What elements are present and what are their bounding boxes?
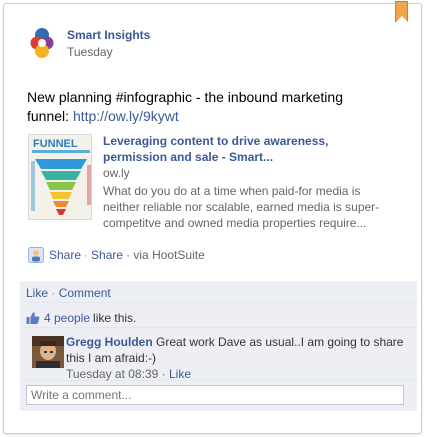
comment-like-button[interactable]: Like <box>169 367 191 381</box>
thumbnail-heading: FUNNEL <box>33 138 78 150</box>
thumbs-up-icon <box>26 311 40 324</box>
comment-meta-separator: · <box>161 367 166 381</box>
comment-input[interactable] <box>26 385 404 405</box>
comment-meta: Tuesday at 08:39 · Like <box>66 366 406 382</box>
comment-body: Gregg Houlden Great work Dave as usual..… <box>66 334 406 382</box>
share-link-1[interactable]: Share <box>49 248 81 262</box>
likes-suffix: like this. <box>93 310 137 325</box>
likes-summary: 4 people like this. <box>20 303 417 328</box>
share-icon <box>28 247 44 263</box>
bookmark-ribbon-icon[interactable] <box>395 1 408 22</box>
comment-author[interactable]: Gregg Houlden <box>66 335 153 349</box>
like-button[interactable]: Like <box>26 286 48 300</box>
avatar[interactable] <box>32 336 64 368</box>
share-separator: · <box>84 248 89 262</box>
feedback-area: Like · Comment 4 people like this. Gregg… <box>20 281 417 411</box>
attachment-thumbnail[interactable]: FUNNEL <box>28 134 92 220</box>
comment-item: Gregg Houlden Great work Dave as usual..… <box>20 328 417 381</box>
comment-timestamp[interactable]: Tuesday at 08:39 <box>66 367 158 381</box>
attachment-domain: ow.ly <box>103 166 130 180</box>
share-line: Share · Share · via HootSuite <box>28 247 205 263</box>
via-hootsuite: · via HootSuite <box>126 248 205 262</box>
post-timestamp[interactable]: Tuesday <box>67 45 113 59</box>
attachment-description: What do you do at a time when paid-for m… <box>103 184 380 230</box>
actions-separator: · <box>51 286 56 300</box>
infographic-image: FUNNEL <box>29 135 91 219</box>
post-actions: Like · Comment <box>20 281 417 303</box>
post-message-link[interactable]: http://ow.ly/9kywt <box>73 108 179 124</box>
comment-composer <box>20 381 417 411</box>
likes-count-link[interactable]: 4 people <box>44 311 90 325</box>
attachment-title[interactable]: Leveraging content to drive awareness, p… <box>103 133 373 165</box>
share-link-2[interactable]: Share <box>91 248 123 262</box>
post-message: New planning #infographic - the inbound … <box>27 88 387 126</box>
smart-insights-logo[interactable] <box>28 27 56 59</box>
post-author[interactable]: Smart Insights <box>67 28 150 42</box>
avatar-image <box>32 336 64 368</box>
comment-button[interactable]: Comment <box>59 286 111 300</box>
